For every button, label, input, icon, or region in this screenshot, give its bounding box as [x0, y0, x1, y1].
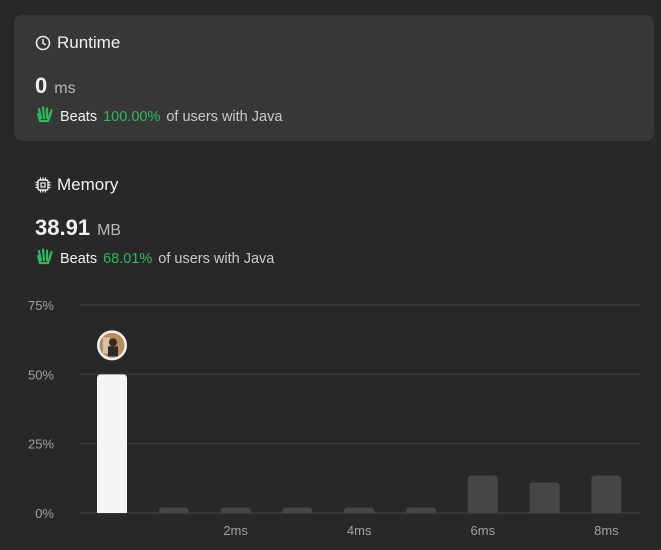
y-tick-label: 75%	[28, 298, 54, 313]
chart-bar	[591, 475, 622, 513]
chart-bar	[158, 507, 189, 513]
y-tick-label: 0%	[35, 506, 54, 521]
chart-bar	[282, 507, 313, 513]
x-tick-label: 8ms	[594, 523, 619, 538]
x-tick-label: 2ms	[223, 523, 248, 538]
x-tick-label: 4ms	[347, 523, 372, 538]
x-tick-label: 6ms	[471, 523, 496, 538]
y-tick-label: 50%	[28, 367, 54, 382]
chart-bar	[220, 507, 251, 513]
memory-distribution-chart: 75% 50% 25% 0% 2ms 4ms 6ms 8ms	[28, 298, 640, 538]
chart-bar	[529, 482, 560, 513]
user-avatar-icon	[97, 330, 127, 361]
chart-bar	[344, 507, 375, 513]
chart-bar	[406, 507, 436, 513]
y-tick-label: 25%	[28, 437, 54, 452]
chart-bar	[467, 475, 498, 513]
chart-bar-highlighted	[97, 374, 127, 513]
